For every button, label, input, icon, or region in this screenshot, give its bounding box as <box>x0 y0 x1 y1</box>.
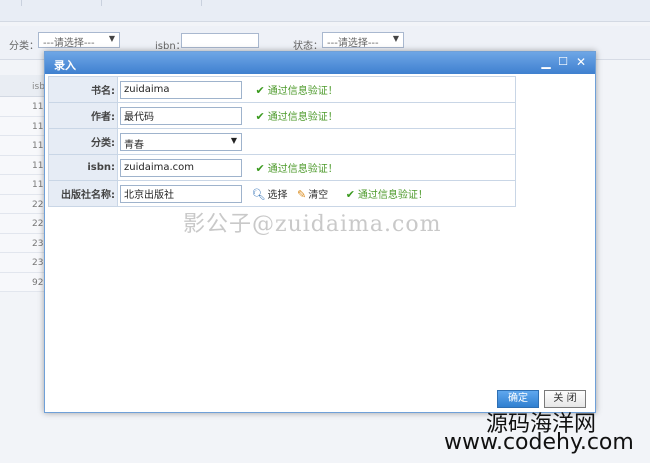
toolbar-segment <box>22 0 102 6</box>
field-label: 出版社名称: <box>48 180 118 207</box>
form-row-publisher: 出版社名称: 🔍︎选择 ✎清空 ✔通过信息验证！ <box>48 180 516 207</box>
isbn-input[interactable] <box>120 158 242 177</box>
publisher-input[interactable] <box>120 184 242 203</box>
table-row[interactable]: 22 <box>0 195 44 214</box>
dialog-title: 录入 <box>54 59 76 72</box>
entry-dialog: 录入 ▁ ☐ ✕ 书名: ✔通过信息验证！ 作者: ✔通过信息验证！ 分类: <box>44 51 596 413</box>
field-label: 分类: <box>48 128 118 155</box>
minimize-icon[interactable]: ▁ <box>539 55 553 69</box>
dialog-title-bar[interactable]: 录入 ▁ ☐ ✕ <box>45 52 595 74</box>
validation-message: ✔ 通过信息验证！ <box>255 110 338 123</box>
status-filter-select[interactable]: ---请选择--- ▼ <box>322 32 404 49</box>
validation-message: ✔ 通过信息验证！ <box>345 188 428 201</box>
table-row[interactable]: 11 <box>0 97 44 117</box>
form-row-author: 作者: ✔通过信息验证！ <box>48 102 516 129</box>
chevron-down-icon: ▼ <box>392 34 399 43</box>
table-row[interactable]: 11 <box>0 136 44 156</box>
field-label: 书名: <box>48 76 118 103</box>
toolbar-segment <box>0 0 22 6</box>
status-filter-value: ---请选择--- <box>327 38 379 49</box>
author-input[interactable] <box>120 106 242 125</box>
watermark-text: 影公子@zuidaima.com <box>183 212 442 237</box>
table-row[interactable]: 23 <box>0 253 44 273</box>
site-brand-url: www.codehy.com <box>444 430 634 455</box>
search-icon: 🔍︎ <box>251 188 266 201</box>
book-name-input[interactable] <box>120 80 242 99</box>
entry-form: 书名: ✔通过信息验证！ 作者: ✔通过信息验证！ 分类: 青春 ▼ <box>48 76 516 207</box>
table-row[interactable]: 92 <box>0 273 44 292</box>
table-row[interactable]: 11 <box>0 117 44 136</box>
check-icon: ✔ <box>255 162 265 175</box>
category-filter-label: 分类： <box>9 41 39 52</box>
form-row-title: 书名: ✔通过信息验证！ <box>48 76 516 103</box>
select-publisher-button[interactable]: 🔍︎ 选择 <box>252 186 288 201</box>
check-icon: ✔ <box>255 110 265 123</box>
chevron-down-icon: ▼ <box>108 34 115 43</box>
close-icon[interactable]: ✕ <box>574 55 588 69</box>
field-label: 作者: <box>48 102 118 129</box>
data-grid: isb 11 11 11 11 11 22 22 23 23 92 <box>0 75 45 292</box>
category-select[interactable]: 青春 ▼ <box>120 132 242 151</box>
category-filter-select[interactable]: ---请选择--- ▼ <box>38 32 120 49</box>
field-label: isbn: <box>48 154 118 181</box>
isbn-filter-input[interactable] <box>181 33 259 48</box>
form-row-category: 分类: 青春 ▼ <box>48 128 516 155</box>
toolbar-segment <box>102 0 202 6</box>
category-select-value: 青春 <box>124 139 144 151</box>
form-row-isbn: isbn: ✔通过信息验证！ <box>48 154 516 181</box>
top-toolbar <box>0 0 650 22</box>
table-row[interactable]: 23 <box>0 234 44 253</box>
check-icon: ✔ <box>255 84 265 97</box>
dialog-body: 书名: ✔通过信息验证！ 作者: ✔通过信息验证！ 分类: 青春 ▼ <box>48 76 516 207</box>
grid-header: isb <box>0 75 45 97</box>
table-row[interactable]: 11 <box>0 175 44 195</box>
status-filter-label: 状态： <box>293 41 323 52</box>
clear-publisher-button[interactable]: ✎ 清空 <box>297 186 328 201</box>
validation-message: ✔ 通过信息验证！ <box>255 84 338 97</box>
check-icon: ✔ <box>345 188 355 201</box>
chevron-down-icon: ▼ <box>230 135 237 145</box>
table-row[interactable]: 22 <box>0 214 44 234</box>
table-row[interactable]: 11 <box>0 156 44 175</box>
eraser-icon: ✎ <box>296 188 307 201</box>
category-filter-value: ---请选择--- <box>43 38 95 49</box>
validation-message: ✔ 通过信息验证！ <box>255 162 338 175</box>
maximize-icon[interactable]: ☐ <box>556 55 570 69</box>
